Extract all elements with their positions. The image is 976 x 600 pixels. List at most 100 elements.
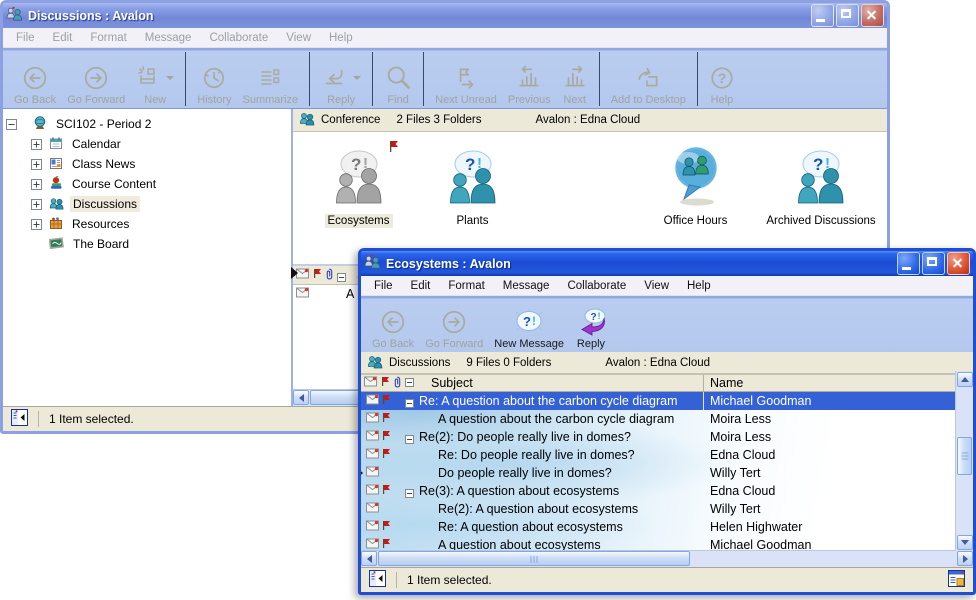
menu-format[interactable]: Format: [439, 279, 493, 293]
grid-item-plants[interactable]: ?! Plants: [415, 144, 530, 228]
menu-view[interactable]: View: [277, 31, 320, 45]
summarize-button[interactable]: Summarize: [238, 51, 304, 107]
toolbar-label: Reply: [577, 338, 605, 350]
menu-edit[interactable]: Edit: [44, 31, 82, 45]
menu-file[interactable]: File: [365, 279, 402, 293]
message-row[interactable]: Re: A question about ecosystems Helen Hi…: [361, 518, 955, 536]
flag-icon: [381, 430, 391, 444]
expand-box-icon[interactable]: [31, 179, 42, 190]
list-column-header[interactable]: Subject Name: [361, 374, 955, 392]
collapse-all-icon[interactable]: [337, 271, 346, 280]
go-forward-button[interactable]: Go Forward: [420, 299, 488, 351]
close-button[interactable]: [947, 252, 970, 275]
message-row[interactable]: Re(2): Do people really live in domes? M…: [361, 428, 955, 446]
current-item-marker: [291, 267, 298, 279]
message-row[interactable]: Re: A question about the carbon cycle di…: [361, 392, 955, 410]
tree-item-calendar[interactable]: Calendar: [3, 134, 291, 154]
expand-box-icon[interactable]: [31, 199, 42, 210]
titlebar[interactable]: Discussions : Avalon: [3, 3, 887, 28]
tree-item-root[interactable]: SCI102 - Period 2: [3, 114, 291, 134]
expand-box-icon[interactable]: [31, 159, 42, 170]
name-column-label[interactable]: Name: [710, 376, 743, 390]
vertical-scrollbar[interactable]: [955, 371, 973, 551]
go-forward-button[interactable]: New Go Forward: [62, 51, 130, 107]
next-button[interactable]: Next: [557, 51, 593, 107]
scroll-thumb[interactable]: [378, 551, 690, 566]
add-to-desktop-button[interactable]: Add to Desktop: [606, 51, 691, 107]
menu-file[interactable]: File: [7, 31, 44, 45]
menu-edit[interactable]: Edit: [402, 279, 440, 293]
menu-message[interactable]: Message: [136, 31, 201, 45]
tree-root-label: SCI102 - Period 2: [53, 116, 154, 132]
go-back-button[interactable]: Go Back: [9, 51, 61, 107]
history-button[interactable]: History: [192, 51, 236, 107]
reply-button[interactable]: Reply: [316, 51, 366, 107]
app-logo-icon: [364, 254, 381, 273]
collapse-box-icon[interactable]: [6, 119, 17, 130]
toolbar: Go Back Go Forward ?! New Message ?! Rep…: [361, 296, 973, 352]
help-button[interactable]: ? Help: [704, 51, 740, 107]
scroll-up-button[interactable]: [957, 372, 973, 387]
menu-message[interactable]: Message: [494, 279, 559, 293]
reply-dropdown-caret[interactable]: [353, 76, 361, 80]
find-button[interactable]: Find: [379, 51, 417, 107]
collapse-all-icon[interactable]: [405, 376, 414, 390]
scroll-down-button[interactable]: [957, 535, 973, 550]
menu-format[interactable]: Format: [81, 31, 135, 45]
scroll-left-button[interactable]: [361, 551, 377, 566]
grid-item-office-hours[interactable]: Office Hours: [633, 144, 758, 228]
collapse-thread-icon[interactable]: [405, 397, 414, 406]
grid-item-ecosystems[interactable]: ?! Ecosystems: [301, 144, 416, 228]
new-message-button[interactable]: ?! New Message: [489, 299, 569, 351]
tree-item-discussions[interactable]: Discussions: [3, 194, 291, 214]
scroll-left-button[interactable]: [293, 390, 309, 405]
message-row[interactable]: Re: Do people really live in domes? Edna…: [361, 446, 955, 464]
message-row[interactable]: Re(2): A question about ecosystems Willy…: [361, 500, 955, 518]
close-button[interactable]: [861, 4, 884, 27]
minimize-button[interactable]: [811, 4, 834, 27]
menu-view[interactable]: View: [635, 279, 678, 293]
subject-column-label[interactable]: Subject: [431, 376, 473, 390]
menu-collaborate[interactable]: Collaborate: [558, 279, 635, 293]
collapse-panel-icon[interactable]: [11, 409, 28, 429]
layout-panels-icon[interactable]: [948, 570, 965, 590]
collapse-thread-icon[interactable]: [405, 433, 414, 442]
titlebar[interactable]: Ecosystems : Avalon: [361, 251, 973, 276]
reply-button[interactable]: ?! Reply: [570, 299, 612, 351]
tree-item-class-news[interactable]: Class News: [3, 154, 291, 174]
new-dropdown-caret[interactable]: [166, 76, 174, 80]
discussions-icon: [367, 354, 383, 372]
menu-collaborate[interactable]: Collaborate: [200, 31, 277, 45]
scroll-thumb[interactable]: [957, 437, 972, 475]
menu-help[interactable]: Help: [678, 279, 720, 293]
message-author: Moira Less: [710, 430, 771, 444]
tree-item-the-board[interactable]: The Board: [3, 234, 291, 254]
new-button[interactable]: New: [131, 51, 179, 107]
maximize-button[interactable]: [922, 252, 945, 275]
grid-item-label: Plants: [454, 214, 492, 228]
tree-item-resources[interactable]: Resources: [3, 214, 291, 234]
message-row[interactable]: A question about ecosystems Michael Good…: [361, 536, 955, 550]
next-unread-button[interactable]: Next Unread: [430, 51, 502, 107]
expand-box-icon[interactable]: [31, 139, 42, 150]
grid-item-archived-discussions[interactable]: ?! Archived Discussions: [755, 144, 887, 228]
message-row[interactable]: Do people really live in domes? Willy Te…: [361, 464, 955, 482]
reply-color-icon: ?!: [575, 307, 607, 337]
toolbar-label: Help: [711, 94, 734, 106]
tree-item-course-content[interactable]: Course Content: [3, 174, 291, 194]
minimize-button[interactable]: [897, 252, 920, 275]
collapse-panel-icon[interactable]: [369, 570, 386, 590]
column-divider[interactable]: [703, 375, 704, 391]
maximize-button[interactable]: [836, 4, 859, 27]
go-back-button[interactable]: Go Back: [367, 299, 419, 351]
expand-box-icon[interactable]: [31, 219, 42, 230]
menu-help[interactable]: Help: [320, 31, 362, 45]
scroll-right-button[interactable]: [957, 551, 973, 566]
message-row[interactable]: A question about the carbon cycle diagra…: [361, 410, 955, 428]
horizontal-scrollbar[interactable]: [361, 550, 973, 567]
message-row[interactable]: Re(3): A question about ecosystems Edna …: [361, 482, 955, 500]
svg-text:?: ?: [718, 70, 727, 86]
collapse-thread-icon[interactable]: [405, 487, 414, 496]
previous-button[interactable]: Previous: [503, 51, 556, 107]
envelope-icon: [366, 448, 379, 462]
